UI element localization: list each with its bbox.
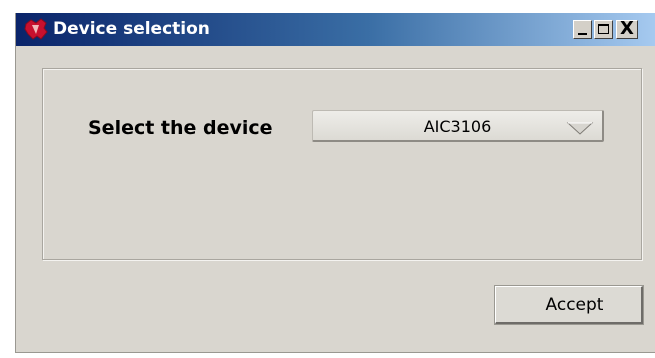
window-title: Device selection — [53, 19, 210, 39]
accept-button[interactable]: Accept — [494, 285, 644, 325]
maximize-icon — [598, 24, 609, 34]
device-selection-window: Device selection X Select the device AIC… — [15, 13, 655, 353]
title-bar[interactable]: Device selection X — [16, 13, 655, 46]
chevron-down-icon — [566, 122, 594, 135]
device-group-panel — [42, 68, 642, 260]
device-dropdown[interactable]: AIC3106 — [312, 110, 604, 142]
dropdown-selected-value: AIC3106 — [423, 117, 492, 136]
app-logo-icon — [24, 18, 48, 40]
maximize-button[interactable] — [594, 20, 613, 39]
minimize-icon — [578, 33, 587, 35]
minimize-button[interactable] — [573, 20, 592, 39]
close-icon: X — [620, 18, 634, 39]
close-button[interactable]: X — [616, 18, 638, 39]
select-device-label: Select the device — [88, 117, 273, 139]
